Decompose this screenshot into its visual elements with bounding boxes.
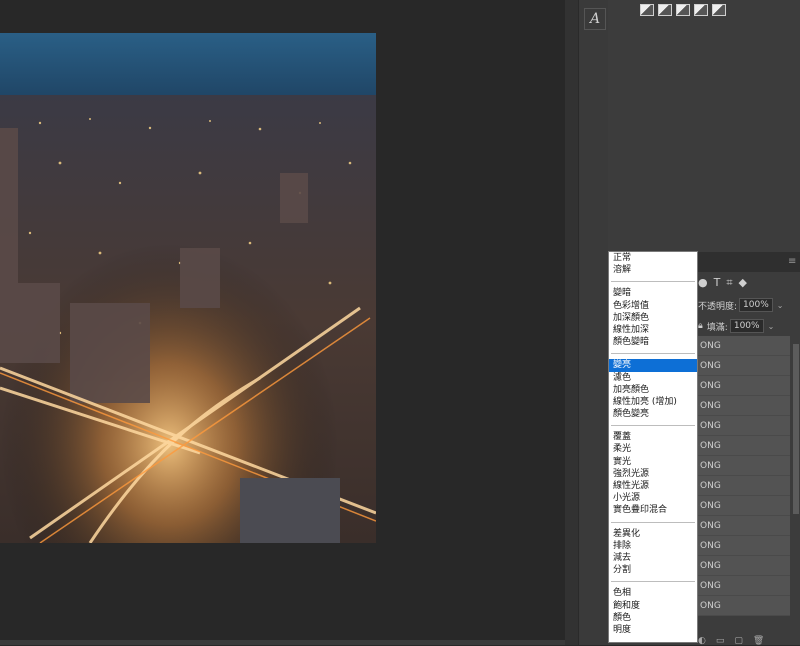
fill-input[interactable]: 100% [729, 319, 764, 333]
filter-type-icon[interactable]: T [714, 276, 721, 290]
blend-mode-item[interactable]: 明度 [609, 624, 697, 636]
menu-separator [611, 425, 695, 427]
blend-mode-item[interactable]: 濾色 [609, 372, 697, 384]
blend-mode-item[interactable]: 強烈光源 [609, 468, 697, 480]
blend-mode-item[interactable]: 變亮 [609, 359, 697, 372]
layer-row[interactable]: ONG [698, 496, 790, 516]
blend-mode-item[interactable]: 顏色變暗 [609, 336, 697, 348]
blend-mode-item[interactable]: 覆蓋 [609, 431, 697, 443]
blend-mode-item[interactable]: 加深顏色 [609, 312, 697, 324]
blend-mode-item[interactable]: 小光源 [609, 492, 697, 504]
layers-scrollbar[interactable] [792, 336, 800, 636]
layer-row[interactable]: ONG [698, 396, 790, 416]
menu-separator [611, 521, 695, 523]
character-panel-icon[interactable]: A [584, 8, 606, 30]
status-bar [0, 640, 565, 645]
opacity-control: 不透明度: 100% ⌄ [698, 297, 783, 313]
fill-control: 🔒︎ 填滿: 100% ⌄ [698, 318, 774, 334]
layer-row[interactable]: ONG [698, 576, 790, 596]
filter-adjustment-icon[interactable]: ● [698, 276, 708, 290]
layer-row[interactable]: ONG [698, 536, 790, 556]
layer-row[interactable]: ONG [698, 356, 790, 376]
blend-mode-item[interactable]: 加亮顏色 [609, 384, 697, 396]
blend-mode-item[interactable]: 柔光 [609, 443, 697, 455]
scrollbar-thumb[interactable] [793, 344, 799, 514]
text-options-icons [640, 4, 726, 16]
layer-row[interactable]: ONG [698, 376, 790, 396]
warp-text-icon[interactable] [640, 4, 654, 16]
layer-row[interactable]: ONG [698, 596, 790, 616]
blend-mode-item[interactable]: 排除 [609, 540, 697, 552]
opacity-label: 不透明度: [698, 301, 738, 312]
blend-mode-item[interactable]: 減去 [609, 552, 697, 564]
menu-separator [611, 281, 695, 283]
blend-mode-item[interactable]: 實色疊印混合 [609, 504, 697, 516]
blend-mode-item[interactable]: 差異化 [609, 528, 697, 540]
blend-mode-item[interactable]: 分割 [609, 564, 697, 576]
blend-mode-item[interactable]: 色彩增值 [609, 300, 697, 312]
chevron-down-icon[interactable]: ⌄ [768, 322, 775, 331]
layers-list: ONG ONG ONG ONG ONG ONG ONG ONG ONG ONG ONG ONG ONG O… [698, 336, 790, 616]
menu-separator [611, 353, 695, 355]
paragraph-panel-icon[interactable] [712, 4, 726, 16]
blend-mode-item[interactable]: 變暗 [609, 287, 697, 299]
character-panel-icon[interactable] [694, 4, 708, 16]
layer-row[interactable]: ONG [698, 516, 790, 536]
panel-menu-icon[interactable]: ≡ [788, 257, 796, 267]
fill-label: 填滿: [706, 322, 728, 333]
city-night-photo [0, 33, 376, 543]
blend-mode-item[interactable]: 線性加亮 (增加) [609, 396, 697, 408]
blend-mode-item[interactable]: 實光 [609, 456, 697, 468]
document-canvas[interactable] [0, 0, 565, 645]
chevron-down-icon[interactable]: ⌄ [777, 301, 784, 310]
blend-mode-item[interactable]: 色相 [609, 587, 697, 599]
layer-row[interactable]: ONG [698, 456, 790, 476]
warp-text-icon[interactable] [676, 4, 690, 16]
blend-mode-item[interactable]: 溶解 [609, 264, 697, 276]
layer-row[interactable]: ONG [698, 556, 790, 576]
menu-separator [611, 581, 695, 583]
panel-divider [565, 0, 578, 645]
blend-mode-item[interactable]: 顏色 [609, 612, 697, 624]
lock-icon[interactable]: 🔒︎ [698, 321, 703, 331]
blend-mode-dropdown[interactable]: 正常 溶解 變暗 色彩增值 加深顏色 線性加深 顏色變暗 變亮 濾色 加亮顏色 線性加亮 (增加) 顏… [608, 251, 698, 643]
warp-text-icon[interactable] [658, 4, 672, 16]
layer-row[interactable]: ONG [698, 416, 790, 436]
opacity-input[interactable]: 100% [739, 298, 773, 312]
filter-smart-object-icon[interactable]: ◆ [739, 276, 747, 290]
blend-mode-item[interactable]: 線性光源 [609, 480, 697, 492]
layer-row[interactable]: ONG [698, 476, 790, 496]
layer-row[interactable]: ONG [698, 436, 790, 456]
blend-mode-item[interactable]: 線性加深 [609, 324, 697, 336]
blend-mode-item[interactable]: 飽和度 [609, 600, 697, 612]
blend-mode-item[interactable]: 顏色變亮 [609, 408, 697, 420]
panel-dock-strip [578, 0, 609, 645]
layer-filter-row: ● T ⌗ ◆ [698, 276, 747, 290]
blend-mode-item[interactable]: 正常 [609, 252, 697, 264]
filter-shape-icon[interactable]: ⌗ [726, 276, 732, 290]
layer-row[interactable]: ONG [698, 336, 790, 356]
